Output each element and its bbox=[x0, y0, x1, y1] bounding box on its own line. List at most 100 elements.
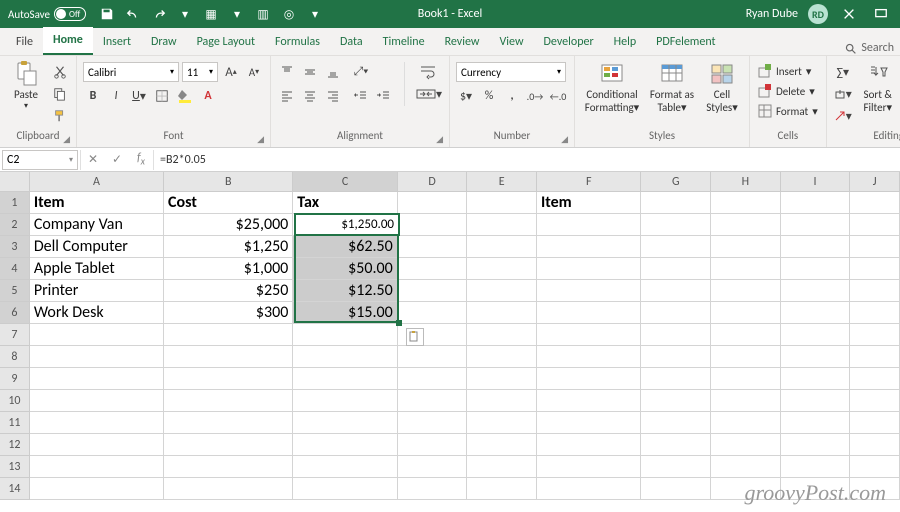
cell-F2[interactable] bbox=[537, 214, 641, 236]
cell-D14[interactable] bbox=[398, 478, 468, 500]
cell-C13[interactable] bbox=[293, 456, 397, 478]
bold-icon[interactable]: B bbox=[83, 86, 103, 106]
cell-C8[interactable] bbox=[293, 346, 397, 368]
cell-I12[interactable] bbox=[781, 434, 851, 456]
cell-B10[interactable] bbox=[164, 390, 293, 412]
increase-decimal-icon[interactable]: .0→ bbox=[525, 86, 545, 106]
format-painter-icon[interactable] bbox=[50, 106, 70, 126]
tab-data[interactable]: Data bbox=[330, 29, 373, 55]
qat-icon-1[interactable]: ▾ bbox=[174, 3, 196, 25]
tab-timeline[interactable]: Timeline bbox=[373, 29, 435, 55]
paste-button[interactable]: Paste ▾ bbox=[6, 62, 46, 111]
qat-icon-2[interactable]: ▦ bbox=[200, 3, 222, 25]
redo-icon[interactable] bbox=[148, 3, 170, 25]
cell-J10[interactable] bbox=[850, 390, 900, 412]
cell-E11[interactable] bbox=[467, 412, 537, 434]
cell-E10[interactable] bbox=[467, 390, 537, 412]
tab-file[interactable]: File bbox=[6, 29, 43, 55]
cell-E1[interactable] bbox=[467, 192, 537, 214]
cell-H3[interactable] bbox=[711, 236, 781, 258]
cell-C12[interactable] bbox=[293, 434, 397, 456]
tab-search[interactable]: Search bbox=[844, 41, 894, 55]
tab-formulas[interactable]: Formulas bbox=[265, 29, 330, 55]
cell-H13[interactable] bbox=[711, 456, 781, 478]
fill-icon[interactable]: ▾ bbox=[833, 84, 853, 104]
cell-E5[interactable] bbox=[467, 280, 537, 302]
cell-E2[interactable] bbox=[467, 214, 537, 236]
col-header-E[interactable]: E bbox=[467, 172, 537, 192]
cell-D2[interactable] bbox=[398, 214, 468, 236]
cell-J7[interactable] bbox=[850, 324, 900, 346]
cell-D12[interactable] bbox=[398, 434, 468, 456]
percent-format-icon[interactable]: % bbox=[479, 86, 499, 106]
cell-C7[interactable] bbox=[293, 324, 397, 346]
cell-I3[interactable] bbox=[781, 236, 851, 258]
cell-J6[interactable] bbox=[850, 302, 900, 324]
cancel-formula-icon[interactable]: ✕ bbox=[81, 150, 105, 170]
tab-home[interactable]: Home bbox=[43, 27, 93, 55]
cell-J12[interactable] bbox=[850, 434, 900, 456]
cell-A12[interactable] bbox=[30, 434, 164, 456]
format-cells-button[interactable]: Format ▾ bbox=[756, 102, 820, 120]
cell-I13[interactable] bbox=[781, 456, 851, 478]
cell-D10[interactable] bbox=[398, 390, 468, 412]
cell-C11[interactable] bbox=[293, 412, 397, 434]
autosave-switch[interactable]: Off bbox=[54, 7, 86, 21]
accounting-format-icon[interactable]: $▾ bbox=[456, 86, 476, 106]
cell-H5[interactable] bbox=[711, 280, 781, 302]
cell-H4[interactable] bbox=[711, 258, 781, 280]
cell-A11[interactable] bbox=[30, 412, 164, 434]
tab-insert[interactable]: Insert bbox=[93, 29, 141, 55]
cell-G4[interactable] bbox=[641, 258, 711, 280]
cell-H7[interactable] bbox=[711, 324, 781, 346]
row-header-9[interactable]: 9 bbox=[0, 368, 30, 390]
cell-F12[interactable] bbox=[537, 434, 641, 456]
col-header-H[interactable]: H bbox=[711, 172, 781, 192]
cell-E7[interactable] bbox=[467, 324, 537, 346]
orientation-icon[interactable]: ⤢▾ bbox=[351, 62, 371, 82]
increase-indent-icon[interactable] bbox=[374, 86, 394, 106]
cell-F5[interactable] bbox=[537, 280, 641, 302]
dialog-launcher-icon[interactable]: ◢ bbox=[561, 134, 568, 145]
fill-handle[interactable] bbox=[396, 320, 402, 326]
cell-G1[interactable] bbox=[641, 192, 711, 214]
copy-icon[interactable] bbox=[50, 84, 70, 104]
cell-H11[interactable] bbox=[711, 412, 781, 434]
cell-J5[interactable] bbox=[850, 280, 900, 302]
underline-icon[interactable]: U▾ bbox=[129, 86, 149, 106]
save-icon[interactable] bbox=[96, 3, 118, 25]
align-middle-icon[interactable] bbox=[300, 62, 320, 82]
qat-icon-3[interactable]: ▾ bbox=[226, 3, 248, 25]
col-header-C[interactable]: C bbox=[293, 172, 397, 192]
tab-page-layout[interactable]: Page Layout bbox=[187, 29, 265, 55]
tab-developer[interactable]: Developer bbox=[534, 29, 604, 55]
cell-E12[interactable] bbox=[467, 434, 537, 456]
dialog-launcher-icon[interactable]: ◢ bbox=[63, 134, 70, 145]
col-header-G[interactable]: G bbox=[641, 172, 711, 192]
cell-G10[interactable] bbox=[641, 390, 711, 412]
cell-F14[interactable] bbox=[537, 478, 641, 500]
cell-J1[interactable] bbox=[850, 192, 900, 214]
cell-D9[interactable] bbox=[398, 368, 468, 390]
cell-H8[interactable] bbox=[711, 346, 781, 368]
cell-A7[interactable] bbox=[30, 324, 164, 346]
row-header-2[interactable]: 2 bbox=[0, 214, 30, 236]
tab-review[interactable]: Review bbox=[435, 29, 490, 55]
cell-F10[interactable] bbox=[537, 390, 641, 412]
paste-options-button[interactable] bbox=[406, 328, 424, 346]
cell-D1[interactable] bbox=[398, 192, 468, 214]
cell-C2[interactable]: $1,250.00 bbox=[293, 214, 397, 236]
cell-G13[interactable] bbox=[641, 456, 711, 478]
align-center-icon[interactable] bbox=[300, 86, 320, 106]
dialog-launcher-icon[interactable]: ◢ bbox=[436, 134, 443, 145]
cell-F6[interactable] bbox=[537, 302, 641, 324]
cell-B13[interactable] bbox=[164, 456, 293, 478]
cell-A8[interactable] bbox=[30, 346, 164, 368]
font-name-combo[interactable]: Calibri▾ bbox=[83, 62, 179, 82]
tab-pdfelement[interactable]: PDFelement bbox=[646, 29, 725, 55]
cell-I7[interactable] bbox=[781, 324, 851, 346]
cell-I11[interactable] bbox=[781, 412, 851, 434]
cell-A1[interactable]: Item bbox=[30, 192, 164, 214]
align-top-icon[interactable] bbox=[277, 62, 297, 82]
undo-icon[interactable] bbox=[122, 3, 144, 25]
